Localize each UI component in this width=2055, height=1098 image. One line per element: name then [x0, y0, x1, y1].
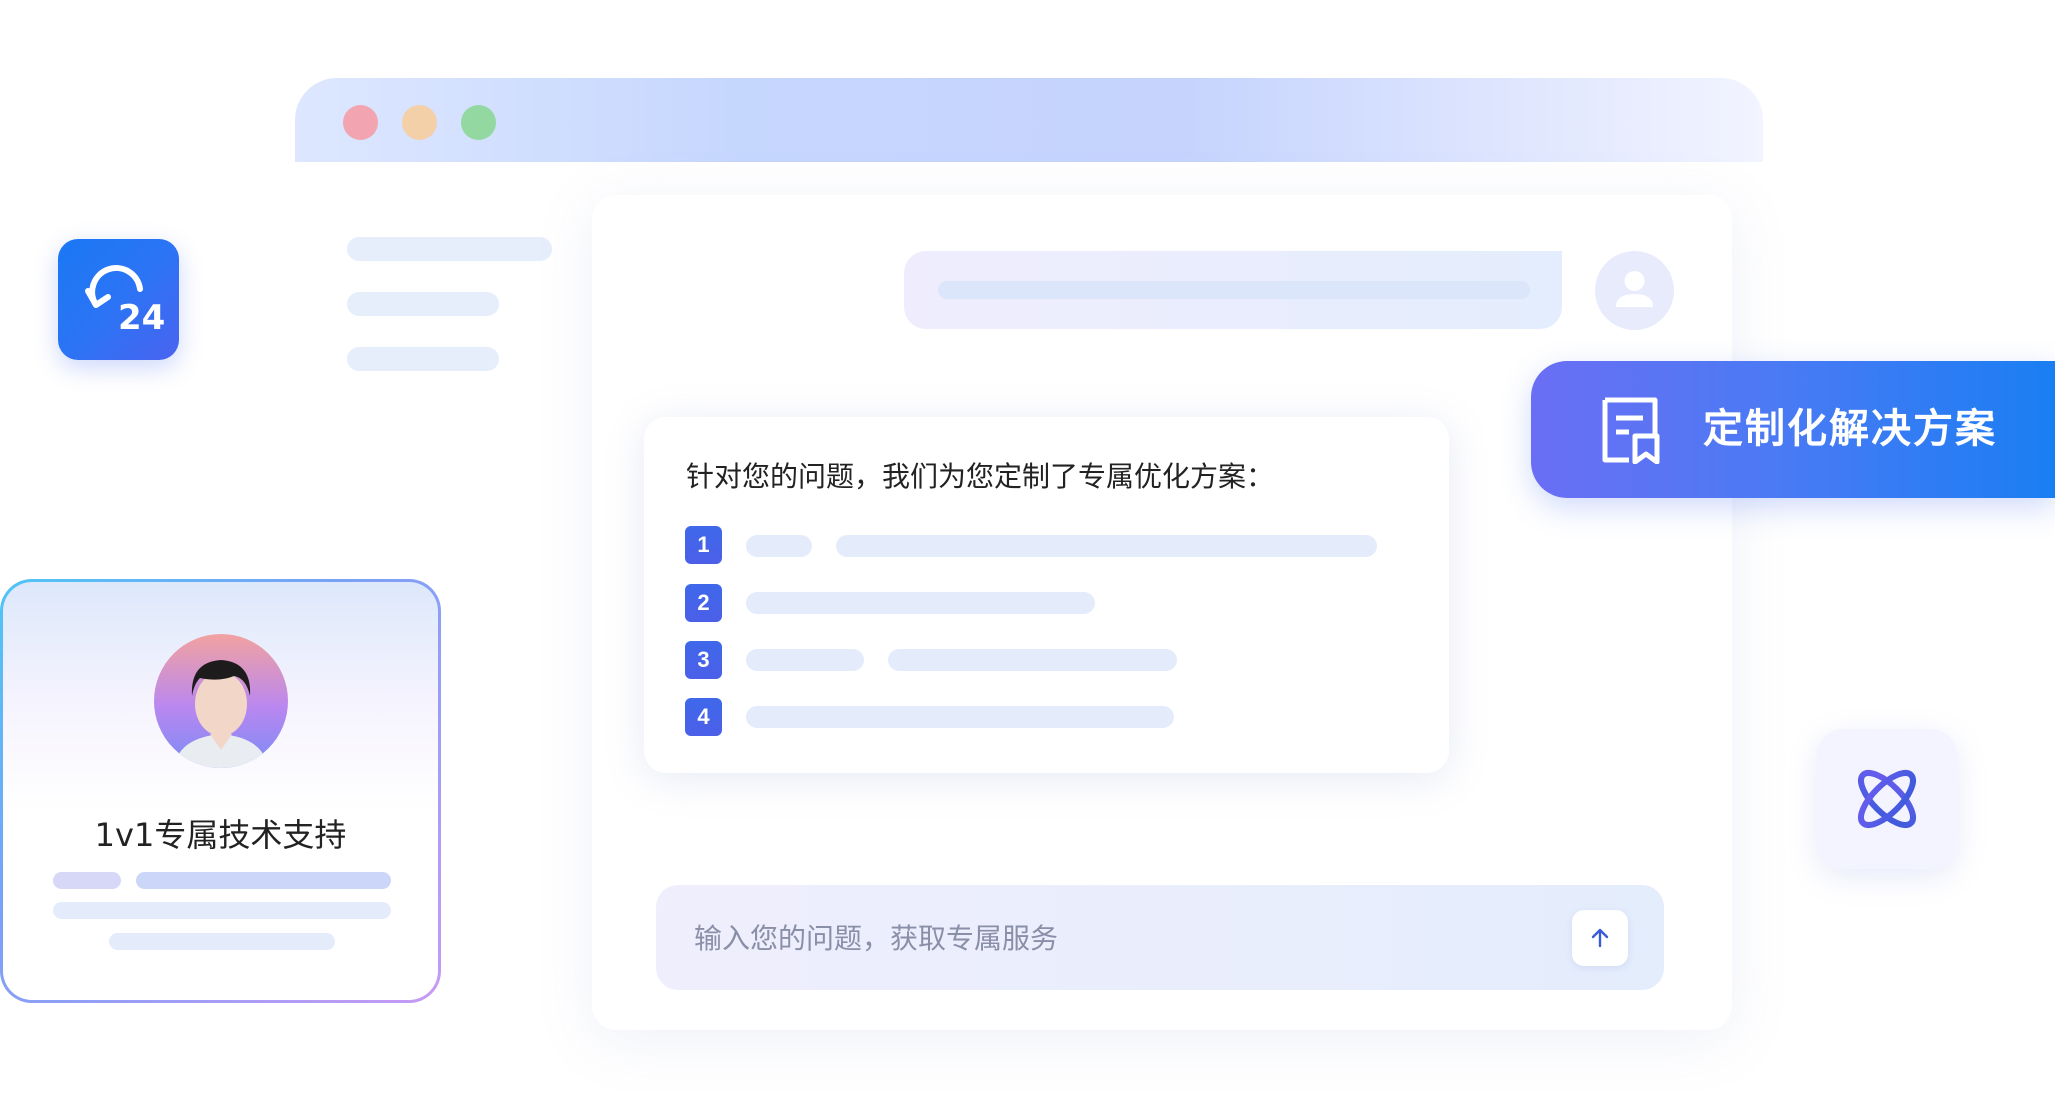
window-maximize-button[interactable] [461, 105, 496, 140]
chat-input-bar [656, 885, 1664, 992]
step-skeleton [746, 592, 1095, 614]
custom-solution-pill: 定制化解决方案 [1531, 361, 2055, 498]
document-bookmark-icon [1602, 397, 1660, 464]
solution-label: 定制化解决方案 [1703, 406, 1997, 452]
support-title: 1v1专属技术支持 [94, 816, 347, 854]
user-avatar [1595, 251, 1674, 330]
support-skeleton [136, 872, 391, 889]
atom-card [1817, 729, 1957, 869]
atom-icon [1858, 770, 1916, 828]
message-skeleton-line [938, 281, 1530, 299]
support-24h-badge: 24 [58, 239, 179, 360]
badge-text: 24 [118, 298, 165, 338]
chat-input[interactable] [692, 885, 1556, 992]
support-skeleton [53, 902, 391, 919]
step-skeleton [836, 535, 1377, 557]
window-minimize-button[interactable] [402, 105, 437, 140]
support-skeleton [109, 933, 335, 950]
window-titlebar [295, 78, 1763, 162]
sidebar-skeleton-line [347, 292, 499, 316]
clock-24h-icon: 24 [85, 265, 165, 338]
support-skeleton [53, 872, 121, 889]
step-skeleton [746, 649, 864, 671]
window-close-button[interactable] [343, 105, 378, 140]
user-message-bubble [904, 251, 1562, 329]
step-skeleton [746, 535, 812, 557]
step-number: 4 [685, 698, 722, 736]
sidebar-skeleton-line [347, 237, 552, 261]
user-icon [1616, 271, 1653, 307]
agent-avatar [154, 634, 288, 768]
arrow-up-icon [1591, 928, 1609, 948]
step-number: 3 [685, 641, 722, 679]
step-number: 1 [685, 526, 722, 564]
sidebar-skeleton-line [347, 347, 499, 371]
send-button[interactable] [1572, 910, 1628, 966]
step-skeleton [888, 649, 1177, 671]
support-card: 1v1专属技术支持 [0, 579, 441, 1003]
answer-title: 针对您的问题，我们为您定制了专属优化方案： [686, 460, 1275, 493]
step-skeleton [746, 706, 1174, 728]
step-number: 2 [685, 584, 722, 622]
